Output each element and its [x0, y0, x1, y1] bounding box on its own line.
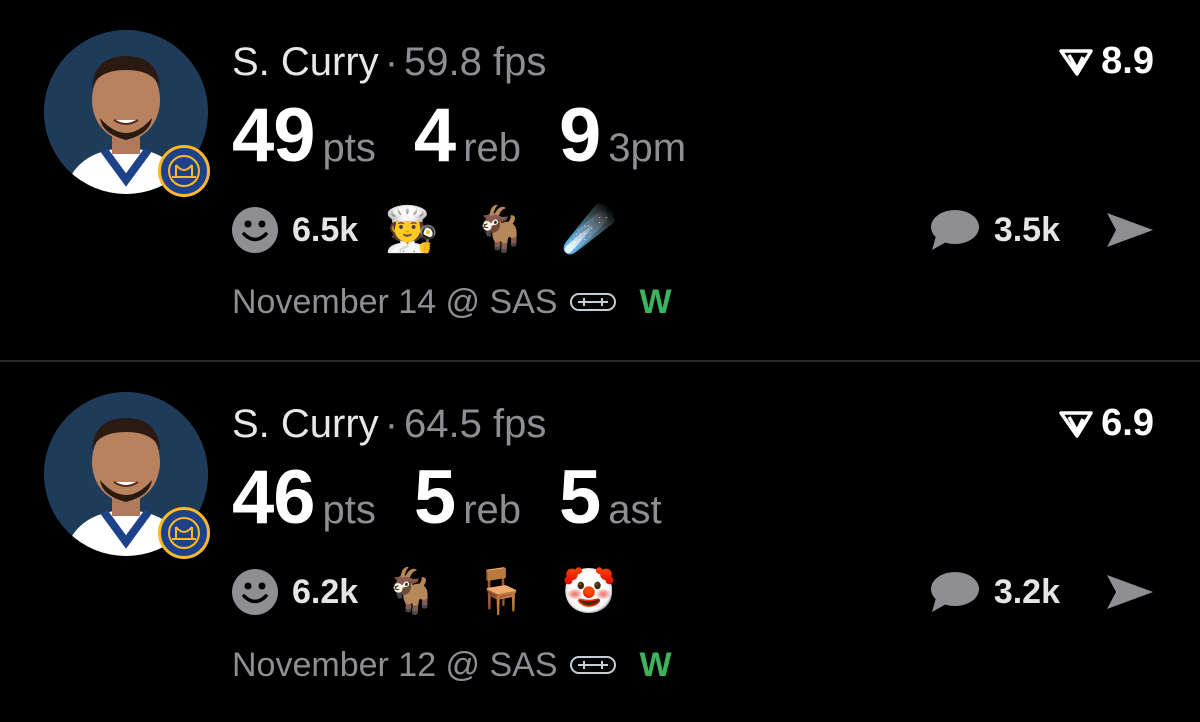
comment-count: 3.2k [993, 572, 1060, 611]
comment-bubble-icon [930, 210, 979, 250]
reactions-row: 6.5k 🧑‍🍳 🐐 ☄️ [232, 207, 651, 253]
comment-count: 3.5k [993, 210, 1060, 249]
post-header: S. Curry · 59.8 fps [232, 40, 546, 84]
spurs-logo-icon [569, 283, 616, 322]
send-icon [1107, 213, 1153, 247]
send-button[interactable] [1104, 208, 1156, 257]
stat-label-3pm: 3pm [608, 126, 687, 170]
rating-value: 8.9 [1101, 40, 1154, 82]
stat-value-pts: 49 [232, 93, 316, 178]
rating-icon [1059, 48, 1093, 76]
reaction-count: 6.5k [292, 210, 359, 249]
comments-button[interactable]: 3.2k [928, 570, 1060, 614]
reaction-count: 6.2k [292, 572, 359, 611]
comet-emoji-icon[interactable]: ☄️ [562, 208, 617, 252]
stat-line: 46 pts 5 reb 5 ast [232, 454, 700, 541]
game-date[interactable]: November 14 @ SAS [232, 283, 558, 322]
game-info: November 14 @ SAS W [232, 283, 672, 322]
game-date[interactable]: November 12 @ SAS [232, 646, 558, 685]
comments-button[interactable]: 3.5k [928, 208, 1060, 252]
stat-value-reb: 5 [413, 455, 456, 540]
warriors-logo-icon [158, 507, 210, 559]
rating-value: 6.9 [1101, 402, 1154, 444]
rating-icon [1059, 410, 1093, 438]
stat-label-pts: pts [322, 126, 376, 170]
send-button[interactable] [1104, 570, 1156, 619]
reaction-smiley-icon[interactable] [232, 207, 278, 253]
fps-value: 59.8 fps [404, 40, 547, 84]
reactions-row: 6.2k 🐐 🪑 🤡 [232, 569, 651, 615]
stat-label-reb: reb [463, 126, 521, 170]
stat-value-reb: 4 [413, 93, 456, 178]
post-card-2[interactable]: S. Curry · 64.5 fps 6.9 46 pts 5 reb 5 ast… [0, 360, 1200, 720]
stat-line: 49 pts 4 reb 9 3pm [232, 92, 724, 179]
player-name[interactable]: S. Curry [232, 402, 379, 446]
fps-value: 64.5 fps [404, 402, 547, 446]
stat-label-reb: reb [463, 488, 521, 532]
game-info: November 12 @ SAS W [232, 646, 672, 685]
warriors-logo-icon [158, 145, 210, 197]
goat-emoji-icon[interactable]: 🐐 [473, 208, 528, 252]
rating: 6.9 [1059, 402, 1154, 445]
spurs-logo-icon [569, 646, 616, 685]
chef-emoji-icon[interactable]: 🧑‍🍳 [384, 208, 439, 252]
separator-dot: · [384, 402, 399, 446]
stat-label-pts: pts [322, 488, 376, 532]
post-card-1[interactable]: S. Curry · 59.8 fps 8.9 49 pts 4 reb 9 3pm… [0, 0, 1200, 360]
reaction-smiley-icon[interactable] [232, 569, 278, 615]
game-result: W [639, 283, 672, 321]
stat-value-pts: 46 [232, 455, 316, 540]
stat-value-ast: 5 [559, 455, 601, 540]
stat-value-3pm: 9 [559, 93, 601, 178]
post-header: S. Curry · 64.5 fps [232, 402, 546, 446]
clown-emoji-icon[interactable]: 🤡 [562, 570, 617, 614]
game-result: W [639, 646, 672, 684]
goat-emoji-icon[interactable]: 🐐 [384, 570, 439, 614]
player-name[interactable]: S. Curry [232, 40, 379, 84]
comment-bubble-icon [930, 572, 979, 612]
send-icon [1107, 575, 1153, 609]
rating: 8.9 [1059, 40, 1154, 83]
chair-emoji-icon[interactable]: 🪑 [473, 570, 528, 614]
stat-label-ast: ast [608, 488, 662, 532]
separator-dot: · [384, 40, 399, 84]
